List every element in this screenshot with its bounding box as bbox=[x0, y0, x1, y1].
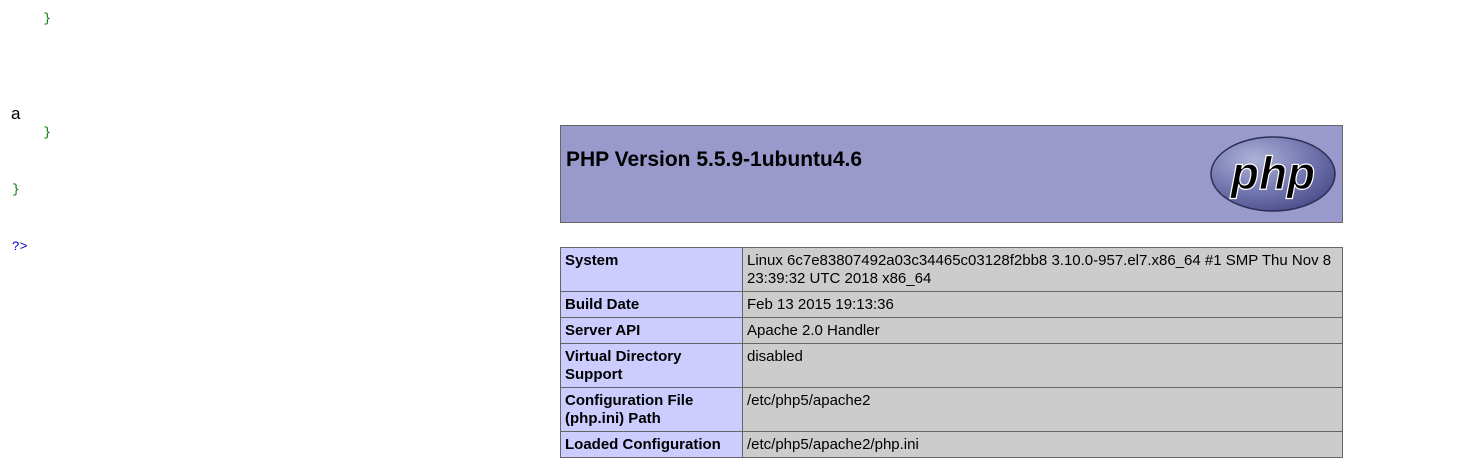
php-version-title: PHP Version 5.5.9-1ubuntu4.6 bbox=[566, 148, 863, 171]
table-row: Loaded Configuration /etc/php5/apache2/p… bbox=[560, 431, 1343, 458]
row-key: Loaded Configuration bbox=[560, 431, 743, 458]
row-value: Feb 13 2015 19:13:36 bbox=[742, 291, 1343, 318]
php-logo-icon[interactable]: php bbox=[1209, 133, 1337, 215]
row-key: Virtual Directory Support bbox=[560, 343, 743, 388]
row-key: Build Date bbox=[560, 291, 743, 318]
row-value: Linux 6c7e83807492a03c34465c03128f2bb8 3… bbox=[742, 247, 1343, 292]
script-output-text: a bbox=[11, 104, 21, 123]
table-row: Configuration File (php.ini) Path /etc/p… bbox=[560, 387, 1343, 432]
phpinfo-panel: PHP Version 5.5.9-1ubuntu4.6 php System … bbox=[560, 125, 1343, 458]
table-row: System Linux 6c7e83807492a03c34465c03128… bbox=[560, 247, 1343, 292]
row-value: disabled bbox=[742, 343, 1343, 388]
row-key: System bbox=[560, 247, 743, 292]
code-line: } bbox=[12, 11, 52, 26]
php-source-snippet: } } } ?> bbox=[12, 0, 51, 275]
table-row: Virtual Directory Support disabled bbox=[560, 343, 1343, 388]
table-row: Server API Apache 2.0 Handler bbox=[560, 317, 1343, 344]
phpinfo-general-table: System Linux 6c7e83807492a03c34465c03128… bbox=[560, 247, 1343, 458]
phpinfo-header: PHP Version 5.5.9-1ubuntu4.6 php bbox=[560, 125, 1343, 223]
php-logo-wordmark: php bbox=[1229, 147, 1315, 199]
code-line: } bbox=[12, 125, 52, 140]
table-row: Build Date Feb 13 2015 19:13:36 bbox=[560, 291, 1343, 318]
row-key: Configuration File (php.ini) Path bbox=[560, 387, 743, 432]
row-value: /etc/php5/apache2/php.ini bbox=[742, 431, 1343, 458]
row-value: /etc/php5/apache2 bbox=[742, 387, 1343, 432]
code-line-close-tag: ?> bbox=[12, 239, 28, 254]
row-key: Server API bbox=[560, 317, 743, 344]
code-line: } bbox=[12, 182, 20, 197]
row-value: Apache 2.0 Handler bbox=[742, 317, 1343, 344]
